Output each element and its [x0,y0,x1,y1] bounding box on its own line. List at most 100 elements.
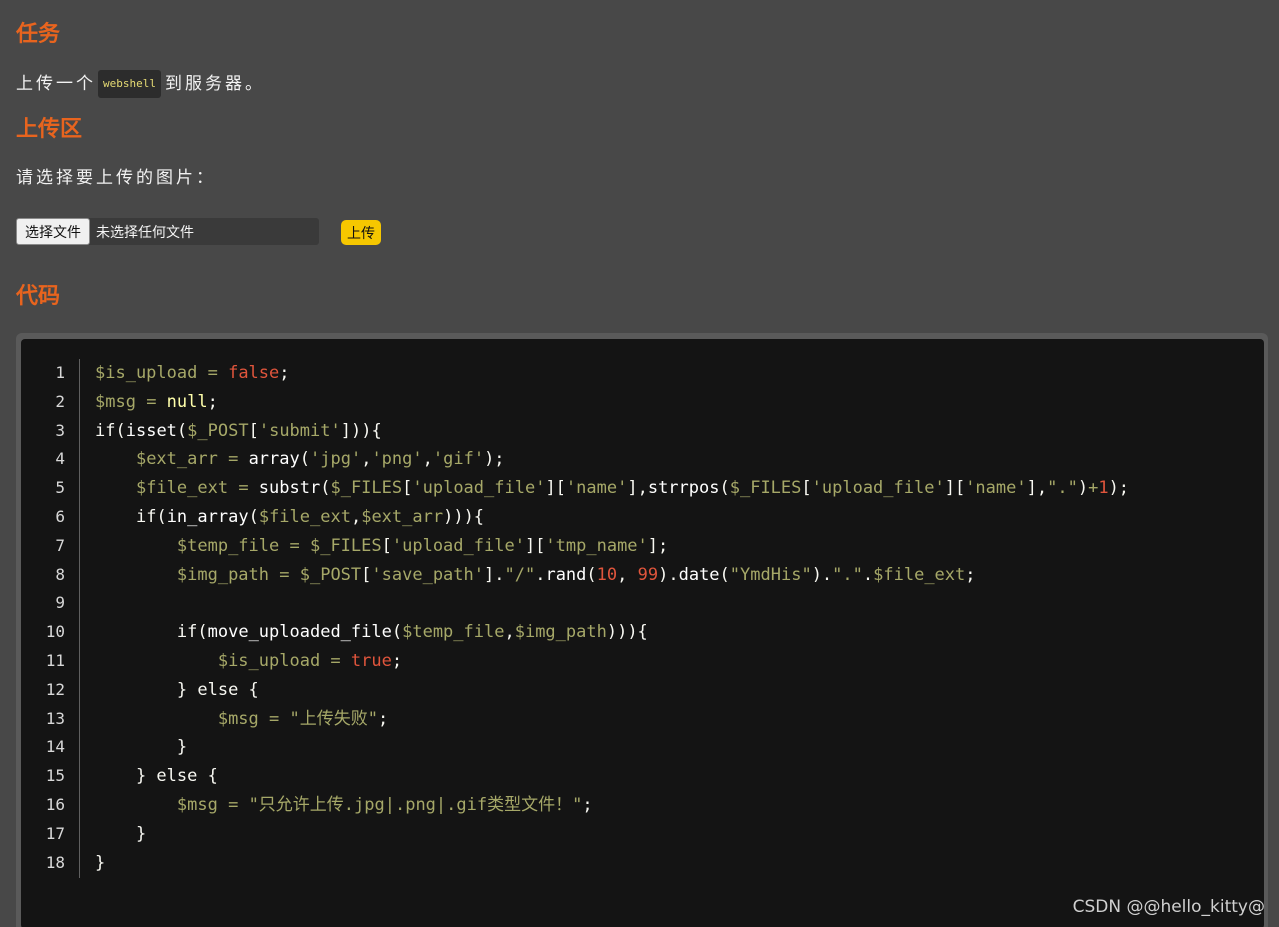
code-token: "上传失败" [289,708,378,729]
line-number: 14 [45,737,65,757]
code-token: 'upload_file' [412,478,546,499]
line-number: 11 [45,650,65,670]
line-number: 4 [55,449,65,469]
line-number: 16 [45,794,65,814]
code-token: = [197,363,229,383]
code-line: $ext_arr = array('jpg','png','gif'); [95,445,1129,474]
code-token: $is_upload [217,650,321,671]
code-heading: 代码 [16,284,61,309]
code-token: ( [320,478,331,499]
line-number: 18 [45,852,65,872]
code-token: , [504,622,515,643]
line-number: 6 [55,506,65,526]
line-number: 13 [45,708,65,728]
line-number: 3 [55,420,65,440]
code-token: ; [207,391,218,412]
line-number: 12 [45,679,65,699]
code-token: $file_ext [135,478,229,499]
task-description: 上传一个 webshell 到服务器。 [16,70,265,98]
code-token: ], [627,478,648,499]
code-token: } [95,823,147,844]
code-line: $msg = "上传失败"; [95,705,1129,734]
code-token: = [217,794,249,815]
code-line: } else { [95,762,1129,791]
code-line [95,589,1129,618]
code-token: substr [258,478,321,499]
code-line: if(isset($_POST['submit'])){ [95,417,1129,446]
code-token: . [535,564,546,585]
code-token: else [197,679,239,700]
code-token: 'jpg' [310,449,362,470]
code-token: ); [1108,478,1130,499]
code-token: rand [545,564,587,585]
code-token: ][ [944,478,966,499]
code-token: "/" [504,564,536,585]
line-number: 15 [45,766,65,786]
file-input[interactable]: 选择文件 未选择任何文件 [16,218,319,245]
code-token: ( [176,420,188,441]
code-token: , [422,449,433,470]
code-token: $file_ext [873,564,966,585]
page: 任务 上传一个 webshell 到服务器。 上传区 请选择要上传的图片： 选择文件… [0,0,1279,927]
code-token: ); [484,449,505,470]
code-token: ]; [647,535,669,556]
upload-prompt: 请选择要上传的图片： [16,168,216,188]
code-token: . [862,564,874,585]
code-token: $msg [176,794,218,815]
code-token: ) [1077,478,1089,499]
code-line: } [95,733,1129,762]
code-token: { [197,766,218,787]
code-line: $is_upload = false; [95,359,1129,388]
code-token: ; [582,794,593,815]
code-token: $temp_file [176,535,280,556]
code-token: , [350,506,362,527]
task-heading: 任务 [16,22,61,47]
code-token: $_FILES [309,535,382,556]
code-token: date [678,564,720,585]
code-line: $msg = null; [95,388,1129,417]
code-token: 'gif' [432,449,485,470]
code-token: ))){ [443,506,485,527]
code-token: , [361,449,372,470]
code-token: ( [719,564,730,585]
code-token: else [156,766,198,787]
code-token: isset [125,420,177,441]
code-token: ; [279,363,290,383]
watermark: CSDN @@hello_kitty@ [1072,897,1265,917]
code-token: = [269,564,300,585]
code-line: if(in_array($file_ext,$ext_arr))){ [95,503,1129,532]
code-token: } [95,766,157,787]
code-token: $_POST [299,564,362,585]
line-number: 10 [45,622,65,642]
code-token: $file_ext [258,506,351,527]
code-token: ; [377,708,389,729]
code-token: = [258,708,290,729]
code-token: ( [248,506,259,527]
code-token: "只允许上传.jpg|.png|.gif类型文件！" [248,794,583,815]
upload-button[interactable]: 上传 [341,220,381,245]
choose-file-button[interactable]: 选择文件 [16,218,90,245]
code-token: $img_path [514,622,607,643]
line-number: 9 [55,593,65,613]
code-token: 'upload_file' [811,478,945,499]
code-token: $_FILES [729,478,802,499]
code-block: 1 2 3 4 5 6 7 8 9 10 11 12 13 14 15 16 17 18 $is_upload =… [21,339,1264,927]
code-token: [ [248,420,259,441]
code-token: { [238,679,259,700]
code-token: ( [719,478,730,499]
code-line: $msg = "只允许上传.jpg|.png|.gif类型文件！"; [95,791,1129,820]
code-token: $ext_arr [361,506,444,527]
task-text-before: 上传一个 [16,74,96,94]
line-number: 1 [55,363,65,382]
line-number: 7 [55,535,65,555]
line-number-gutter: 1 2 3 4 5 6 7 8 9 10 11 12 13 14 15 16 17 18 [21,359,80,878]
code-line: $is_upload = true; [95,647,1129,676]
code-token: 'tmp_name' [545,535,648,556]
task-code: webshell [98,70,161,98]
code-token: 'png' [371,449,423,470]
code-token: ( [586,564,597,585]
code-token: 1 [1098,478,1109,499]
